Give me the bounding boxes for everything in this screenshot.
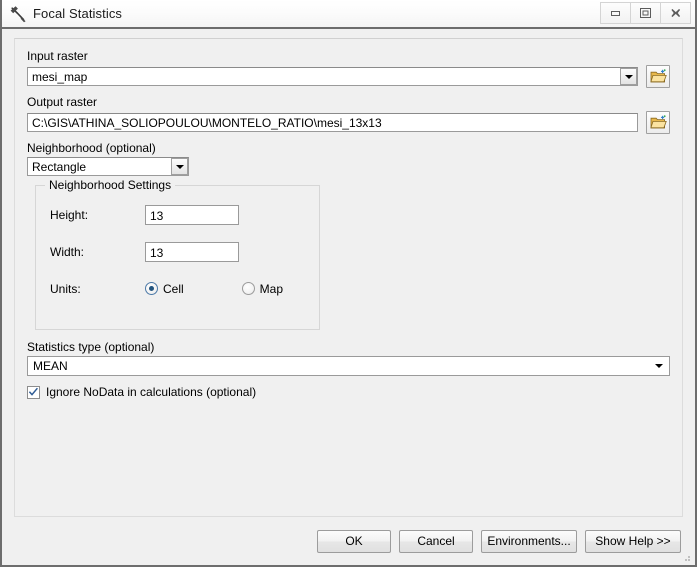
window-title: Focal Statistics xyxy=(33,6,123,21)
window-controls xyxy=(600,2,691,24)
output-raster-value[interactable]: C:\GIS\ATHINA_SOLIOPOULOU\MONTELO_RATIO\… xyxy=(27,113,638,132)
checkmark-icon xyxy=(28,387,38,396)
height-label: Height: xyxy=(50,207,89,222)
hammer-tool-icon xyxy=(8,4,28,24)
statistics-type-value: MEAN xyxy=(33,359,68,373)
neighborhood-settings-group: Neighborhood Settings Height: 13 Width: … xyxy=(35,178,320,330)
input-raster-combo[interactable]: mesi_map xyxy=(27,67,638,86)
input-raster-dropdown-button[interactable] xyxy=(620,68,637,85)
statistics-type-label: Statistics type (optional) xyxy=(27,340,155,354)
show-help-button[interactable]: Show Help >> xyxy=(585,529,681,553)
parameters-panel: Input raster mesi_map Output raster C:\G… xyxy=(14,38,683,517)
ignore-nodata-row[interactable]: Ignore NoData in calculations (optional) xyxy=(27,385,670,399)
chevron-down-icon xyxy=(175,164,184,169)
neighborhood-label: Neighborhood (optional) xyxy=(27,141,156,155)
maximize-icon xyxy=(640,8,651,18)
width-label: Width: xyxy=(50,244,85,259)
height-input[interactable]: 13 xyxy=(145,204,239,225)
input-raster-browse-button[interactable] xyxy=(646,65,670,88)
environments-button[interactable]: Environments... xyxy=(481,529,577,553)
radio-unselected-icon xyxy=(241,282,255,295)
open-folder-icon xyxy=(649,115,667,129)
dialog-button-bar: OK Cancel Environments... Show Help >> xyxy=(2,517,695,565)
units-label: Units: xyxy=(50,281,81,296)
minimize-icon xyxy=(611,11,620,16)
output-raster-row: C:\GIS\ATHINA_SOLIOPOULOU\MONTELO_RATIO\… xyxy=(27,111,670,134)
ok-button[interactable]: OK xyxy=(317,529,391,553)
minimize-button[interactable] xyxy=(600,2,631,24)
neighborhood-settings-legend: Neighborhood Settings xyxy=(45,178,176,192)
close-icon xyxy=(670,9,680,17)
width-input[interactable]: 13 xyxy=(145,241,239,262)
units-radio-cell-label: Cell xyxy=(163,281,184,296)
ignore-nodata-checkbox[interactable] xyxy=(27,385,40,399)
width-row: Width: 13 xyxy=(50,241,319,262)
units-row: Units: Cell Map xyxy=(50,278,319,299)
units-radio-cell[interactable]: Cell xyxy=(145,282,184,296)
radio-selected-icon xyxy=(145,282,158,295)
neighborhood-combo[interactable]: Rectangle xyxy=(27,157,207,176)
chevron-down-icon xyxy=(655,364,663,368)
title-bar[interactable]: Focal Statistics xyxy=(2,0,695,29)
statistics-type-section: Statistics type (optional) MEAN xyxy=(27,340,670,376)
units-radio-map-label: Map xyxy=(259,281,284,296)
output-raster-label: Output raster xyxy=(27,95,98,109)
neighborhood-dropdown-button[interactable] xyxy=(171,158,188,175)
close-button[interactable] xyxy=(661,2,691,24)
cancel-button[interactable]: Cancel xyxy=(399,529,473,553)
statistics-type-combo[interactable]: MEAN xyxy=(27,356,670,376)
output-raster-browse-button[interactable] xyxy=(646,111,670,134)
neighborhood-value[interactable]: Rectangle xyxy=(27,157,189,176)
open-folder-icon xyxy=(649,69,667,83)
focal-statistics-dialog: Focal Statistics Input raster mesi_map O… xyxy=(0,0,697,567)
input-raster-label: Input raster xyxy=(27,49,88,63)
neighborhood-row: Rectangle xyxy=(27,157,670,176)
units-radio-group: Cell Map xyxy=(145,282,283,296)
ignore-nodata-label: Ignore NoData in calculations (optional) xyxy=(46,385,257,399)
height-row: Height: 13 xyxy=(50,204,319,225)
resize-grip-icon[interactable] xyxy=(680,551,692,563)
input-raster-value[interactable]: mesi_map xyxy=(27,67,638,86)
maximize-button[interactable] xyxy=(631,2,661,24)
input-raster-row: mesi_map xyxy=(27,65,670,88)
units-radio-map[interactable]: Map xyxy=(241,281,284,296)
chevron-down-icon xyxy=(624,74,633,79)
